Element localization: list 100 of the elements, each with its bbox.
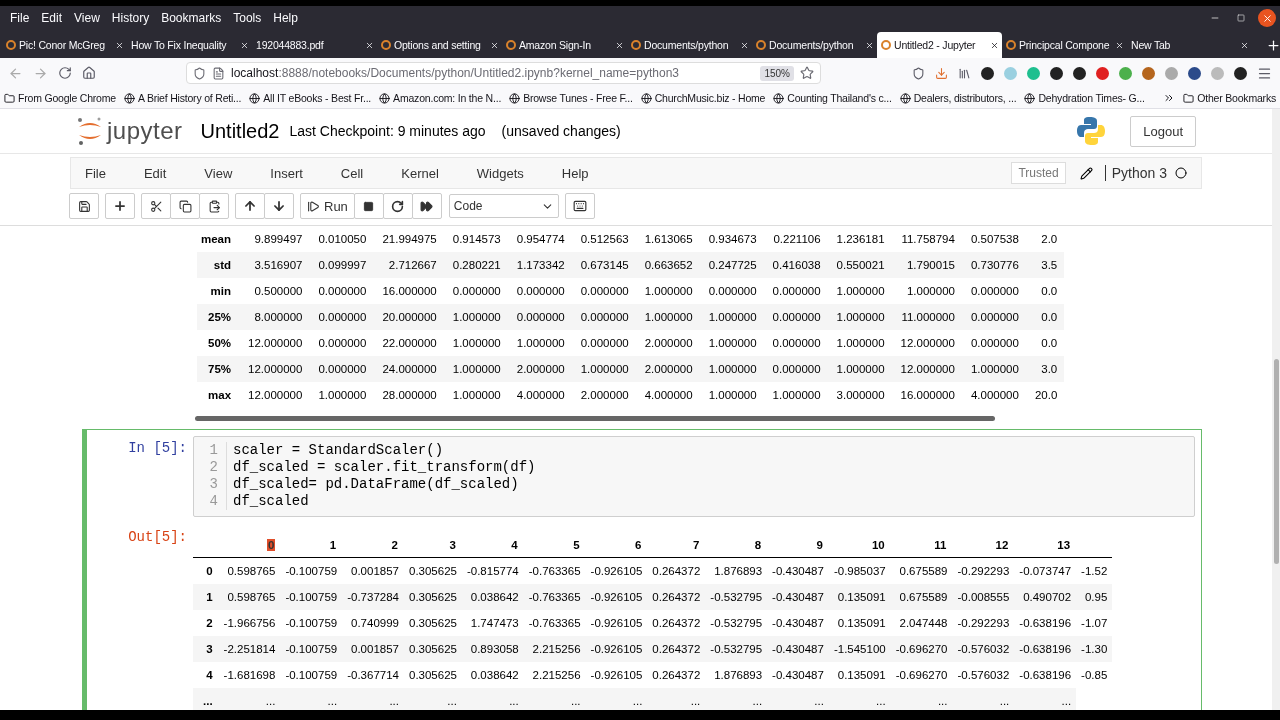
logout-button[interactable]: Logout bbox=[1130, 115, 1196, 147]
close-icon[interactable] bbox=[1258, 9, 1276, 27]
add-cell-button[interactable] bbox=[105, 193, 135, 219]
notebook-menu-item[interactable]: Widgets bbox=[476, 165, 536, 181]
table-cell: 0.416038 bbox=[763, 252, 828, 278]
notebook-menu-item[interactable]: Help bbox=[561, 165, 601, 181]
paste-button[interactable] bbox=[199, 193, 229, 219]
close-tab-icon[interactable] bbox=[1240, 40, 1249, 50]
folder-icon bbox=[4, 92, 15, 104]
bookmark-item[interactable]: Browse Tunes - Free F... bbox=[509, 92, 633, 104]
keyboard-button[interactable] bbox=[564, 193, 595, 219]
browser-tab[interactable]: New Tab bbox=[1127, 32, 1252, 58]
column-header: 7 bbox=[691, 539, 701, 551]
table-cell: 1.876893 bbox=[705, 557, 768, 584]
table-cell: 0.264372 bbox=[647, 557, 706, 584]
close-tab-icon[interactable] bbox=[365, 40, 374, 50]
zoom-level[interactable]: 150% bbox=[760, 65, 794, 81]
notebook-menu-item[interactable]: File bbox=[85, 165, 118, 181]
notebook-menu-item[interactable]: Insert bbox=[270, 165, 315, 181]
line-number: 4 bbox=[194, 493, 227, 510]
url-field[interactable]: localhost:8888/notebooks/Documents/python/Untitled2.ipynb?kernel_name=python3 150% bbox=[186, 62, 821, 84]
copy-button[interactable] bbox=[170, 193, 200, 219]
menu-icon[interactable] bbox=[1257, 65, 1272, 81]
horizontal-scrollbar[interactable] bbox=[195, 416, 995, 421]
bookmark-item[interactable]: All IT eBooks - Best Fr... bbox=[249, 92, 372, 104]
notebook-menu-item[interactable]: Kernel bbox=[401, 165, 451, 181]
close-tab-icon[interactable] bbox=[740, 40, 749, 50]
close-tab-icon[interactable] bbox=[115, 40, 124, 50]
save-button[interactable] bbox=[69, 193, 99, 219]
table-cell: 0.663652 bbox=[635, 252, 700, 278]
menu-item[interactable]: File bbox=[4, 11, 36, 25]
bookmark-star-icon[interactable] bbox=[800, 66, 814, 80]
cell-type-dropdown[interactable]: Code bbox=[448, 194, 559, 218]
code-editor[interactable]: 1 scaler = StandardScaler() 2 df_scaled = scaler.fit_transform(df) 3 df_scaled= pd.DataFrame(df_scaled) 4 df_scaled bbox=[193, 436, 1195, 517]
bookmark-item[interactable]: ChurchMusic.biz - Home bbox=[640, 92, 766, 104]
close-tab-icon[interactable] bbox=[490, 40, 499, 50]
browser-tab[interactable]: Documents/python bbox=[627, 32, 752, 58]
menu-item[interactable]: History bbox=[105, 11, 156, 25]
notebook-menu-item[interactable]: Cell bbox=[340, 165, 376, 181]
move-down-button[interactable] bbox=[264, 193, 294, 219]
close-tab-icon[interactable] bbox=[615, 40, 624, 50]
browser-tab[interactable]: Amazon Sign-In bbox=[502, 32, 627, 58]
browser-tab[interactable]: Documents/python bbox=[752, 32, 877, 58]
extension-icon[interactable] bbox=[981, 66, 994, 80]
table-cell: 0.000000 bbox=[309, 278, 374, 304]
move-up-button[interactable] bbox=[235, 193, 265, 219]
kernel-name[interactable]: Python 3 bbox=[1104, 165, 1167, 181]
bookmark-item[interactable]: From Google Chrome bbox=[4, 92, 116, 104]
bookmark-item[interactable]: Dehydration Times- G... bbox=[1024, 92, 1145, 104]
code-cell[interactable] bbox=[82, 429, 1202, 710]
cut-button[interactable] bbox=[141, 193, 171, 219]
restart-button[interactable] bbox=[382, 193, 413, 219]
notebook-menu-item[interactable]: Edit bbox=[143, 165, 179, 181]
browser-tab[interactable]: Pic! Conor McGreg bbox=[2, 32, 127, 58]
library-icon[interactable] bbox=[958, 66, 971, 80]
extension-icon[interactable] bbox=[1073, 66, 1086, 80]
menu-item[interactable]: Tools bbox=[227, 11, 268, 25]
bookmark-item[interactable]: Dealers, distributors, ... bbox=[899, 92, 1017, 104]
download-icon[interactable] bbox=[935, 66, 948, 80]
table-cell: 2.047448 bbox=[890, 609, 953, 636]
browser-tab[interactable]: Untitled2 - Jupyter bbox=[877, 32, 1002, 58]
menu-item[interactable]: Help bbox=[267, 11, 304, 25]
table-cell: -0.430487 bbox=[767, 609, 829, 636]
browser-tab[interactable]: Options and setting bbox=[377, 32, 502, 58]
extension-icon[interactable] bbox=[1234, 66, 1247, 80]
extension-icon[interactable] bbox=[1188, 66, 1201, 80]
scrollbar-thumb[interactable] bbox=[1274, 359, 1279, 564]
close-tab-icon[interactable] bbox=[240, 40, 249, 50]
jupyter-logo-text[interactable]: jupyter bbox=[107, 117, 183, 145]
browser-tab[interactable]: Principcal Compone bbox=[1002, 32, 1127, 58]
bookmark-item[interactable]: Counting Thailand's c... bbox=[773, 92, 892, 104]
notebook-menu-item[interactable]: View bbox=[204, 165, 245, 181]
row-label: min bbox=[197, 278, 240, 304]
notebook-title[interactable]: Untitled2 bbox=[200, 119, 280, 143]
bookmark-item[interactable]: Other Bookmarks bbox=[1183, 92, 1276, 104]
run-button[interactable]: Run bbox=[300, 193, 355, 219]
menu-item[interactable]: Bookmarks bbox=[155, 11, 228, 25]
restart-icon bbox=[391, 199, 405, 213]
trusted-indicator[interactable]: Trusted bbox=[1011, 162, 1066, 184]
row-label: max bbox=[197, 382, 240, 408]
pencil-icon[interactable] bbox=[1079, 166, 1093, 180]
close-tab-icon[interactable] bbox=[990, 40, 999, 50]
close-tab-icon[interactable] bbox=[1115, 40, 1124, 50]
bookmark-item[interactable]: A Brief History of Reti... bbox=[123, 92, 242, 104]
table-cell: -0.926105 bbox=[585, 583, 648, 610]
reload-icon[interactable] bbox=[58, 66, 72, 80]
menu-item[interactable]: View bbox=[68, 11, 106, 25]
menu-item[interactable]: Edit bbox=[35, 11, 69, 25]
table-cell: 0.550021 bbox=[827, 252, 892, 278]
table-cell: 1.000000 bbox=[443, 382, 508, 408]
browser-tab[interactable]: How To Fix Inequality bbox=[127, 32, 252, 58]
extension-icon[interactable] bbox=[1050, 66, 1063, 80]
close-tab-icon[interactable] bbox=[865, 40, 874, 50]
stop-button[interactable] bbox=[353, 193, 384, 219]
browser-tab[interactable]: 192044883.pdf bbox=[252, 32, 377, 58]
run-all-button[interactable] bbox=[411, 193, 442, 219]
table-cell: 4.000000 bbox=[635, 382, 700, 408]
new-tab-icon[interactable] bbox=[1266, 38, 1280, 53]
home-icon[interactable] bbox=[82, 66, 96, 80]
bookmark-item[interactable]: Amazon.com: In the N... bbox=[379, 92, 502, 104]
